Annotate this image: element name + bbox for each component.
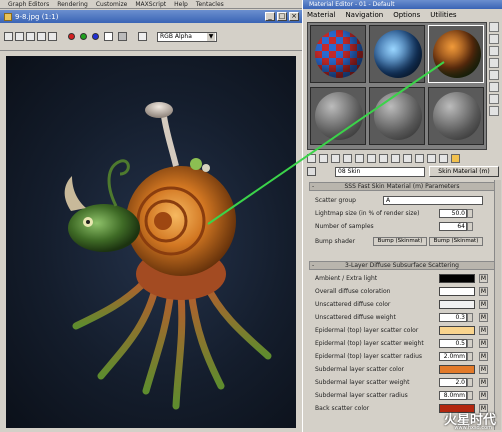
watermark-url: www.hxsd.com	[454, 425, 492, 431]
app-root: Graph Editors Rendering Customize MAXScr…	[0, 0, 502, 432]
material-link-line	[207, 61, 445, 225]
link-line-overlay	[207, 61, 445, 225]
